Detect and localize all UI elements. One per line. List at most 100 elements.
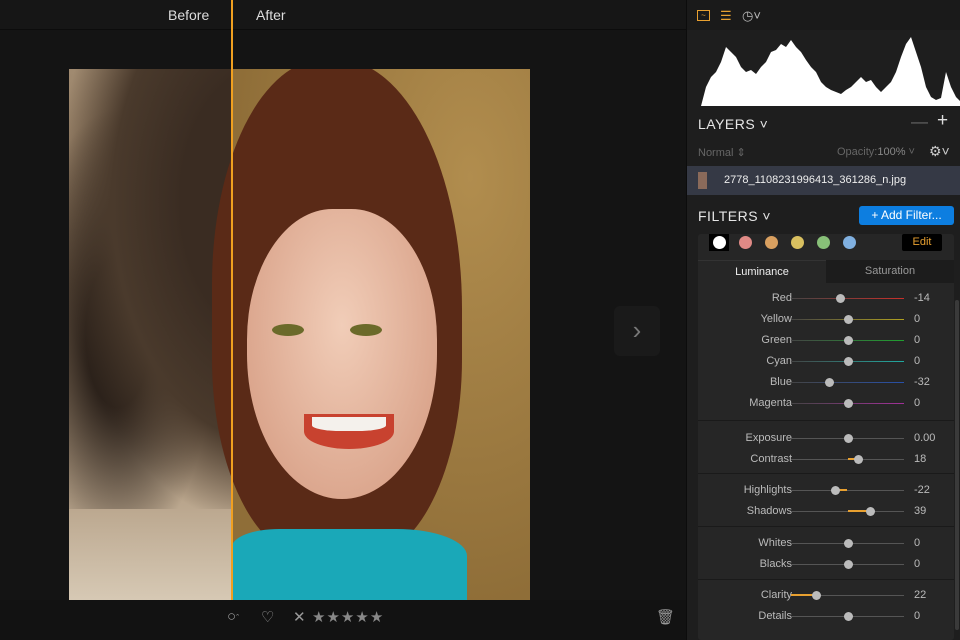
- slider-value[interactable]: 0: [914, 355, 920, 367]
- slider-value[interactable]: 18: [914, 453, 926, 465]
- color-swatch[interactable]: [739, 236, 752, 249]
- star-icon[interactable]: ★: [370, 609, 384, 626]
- slider-thumb[interactable]: [835, 294, 845, 303]
- compare-bar: Before After: [0, 0, 686, 30]
- slider-value[interactable]: 0.00: [914, 432, 935, 444]
- slider-track[interactable]: [791, 560, 904, 569]
- panel-scrollbar[interactable]: [955, 300, 959, 630]
- slider-track[interactable]: [791, 612, 904, 621]
- slider-track[interactable]: [791, 294, 904, 303]
- blend-mode-select[interactable]: Normal ⇕: [698, 146, 746, 159]
- slider-red: Red -14: [698, 288, 954, 309]
- color-swatch[interactable]: [817, 236, 830, 249]
- layer-item[interactable]: 2778_1108231996413_361286_n.jpg: [687, 166, 960, 195]
- slider-track[interactable]: [791, 378, 904, 387]
- reject-icon[interactable]: ✕: [293, 608, 306, 626]
- slider-track[interactable]: [791, 591, 904, 600]
- after-label: After: [256, 7, 286, 23]
- layers-title: LAYERS: [698, 116, 756, 132]
- opacity-value: 100%: [877, 146, 906, 158]
- remove-layer-button[interactable]: —: [911, 112, 928, 132]
- slider-magenta: Magenta 0: [698, 393, 954, 414]
- slider-thumb[interactable]: [843, 315, 853, 324]
- filters-title: FILTERS: [698, 208, 759, 224]
- slider-value[interactable]: -32: [914, 376, 930, 388]
- slider-label: Cyan: [766, 355, 792, 367]
- add-filter-button[interactable]: + Add Filter...: [859, 206, 954, 225]
- slider-track[interactable]: [791, 399, 904, 408]
- histogram: [701, 37, 960, 106]
- slider-thumb[interactable]: [853, 455, 863, 464]
- layers-icon[interactable]: ☰: [720, 8, 732, 24]
- slider-thumb[interactable]: [843, 399, 853, 408]
- history-icon[interactable]: ◷˅: [742, 8, 761, 24]
- slider-value[interactable]: 0: [914, 558, 920, 570]
- slider-value[interactable]: 0: [914, 610, 920, 622]
- add-layer-button[interactable]: +: [937, 110, 948, 132]
- heart-icon[interactable]: ♡: [261, 608, 274, 626]
- slider-thumb[interactable]: [843, 336, 853, 345]
- slider-label: Green: [761, 334, 792, 346]
- slider-track[interactable]: [791, 539, 904, 548]
- star-icon[interactable]: ★: [312, 609, 326, 626]
- slider-label: Blacks: [759, 558, 792, 570]
- before-label: Before: [168, 7, 210, 23]
- filters-header[interactable]: FILTERS ˅: [698, 208, 771, 224]
- slider-thumb[interactable]: [831, 486, 841, 495]
- photo: [69, 69, 530, 609]
- star-icon[interactable]: ★: [326, 609, 340, 626]
- slider-blue: Blue -32: [698, 372, 954, 393]
- histogram-icon[interactable]: ~: [697, 10, 710, 21]
- slider-thumb[interactable]: [843, 357, 853, 366]
- slider-label: Contrast: [750, 453, 792, 465]
- slider-track[interactable]: [791, 455, 904, 464]
- slider-clarity: Clarity 22: [698, 585, 954, 606]
- slider-cyan: Cyan 0: [698, 351, 954, 372]
- slider-label: Details: [758, 610, 792, 622]
- color-swatch[interactable]: [791, 236, 804, 249]
- side-panel: ~ ☰ ◷˅ LAYERS ˅ — + Normal ⇕ Opacity:100…: [686, 0, 960, 640]
- slider-value[interactable]: 0: [914, 397, 920, 409]
- slider-value[interactable]: 39: [914, 505, 926, 517]
- slider-track[interactable]: [791, 507, 904, 516]
- next-image-button[interactable]: ›: [614, 306, 660, 356]
- slider-thumb[interactable]: [865, 507, 875, 516]
- slider-value[interactable]: 0: [914, 313, 920, 325]
- layers-header[interactable]: LAYERS ˅: [698, 116, 768, 132]
- slider-label: Whites: [758, 537, 792, 549]
- color-swatch[interactable]: [843, 236, 856, 249]
- slider-details: Details 0: [698, 606, 954, 627]
- edit-button[interactable]: Edit: [902, 234, 942, 251]
- slider-track[interactable]: [791, 357, 904, 366]
- tab-saturation[interactable]: Saturation: [826, 260, 954, 283]
- slider-value[interactable]: 0: [914, 334, 920, 346]
- tab-luminance[interactable]: Luminance: [698, 260, 826, 283]
- slider-track[interactable]: [791, 434, 904, 443]
- slider-track[interactable]: [791, 486, 904, 495]
- slider-thumb[interactable]: [825, 378, 835, 387]
- star-rating[interactable]: ★★★★★: [312, 608, 384, 626]
- slider-value[interactable]: 22: [914, 589, 926, 601]
- opacity-select[interactable]: Opacity:100% ˅: [837, 146, 915, 158]
- layer-settings-gear-icon[interactable]: ⚙˅: [929, 143, 950, 160]
- slider-thumb[interactable]: [811, 591, 821, 600]
- color-swatch[interactable]: [765, 236, 778, 249]
- color-swatch[interactable]: [713, 236, 726, 249]
- slider-thumb[interactable]: [843, 560, 853, 569]
- slider-contrast: Contrast 18: [698, 449, 954, 470]
- trash-icon[interactable]: 🗑: [656, 608, 675, 626]
- compare-divider-handle[interactable]: [231, 0, 233, 600]
- slider-whites: Whites 0: [698, 533, 954, 554]
- slider-value[interactable]: -22: [914, 484, 930, 496]
- star-icon[interactable]: ★: [355, 609, 369, 626]
- slider-value[interactable]: 0: [914, 537, 920, 549]
- flag-icon[interactable]: ○ˆ: [227, 608, 239, 625]
- slider-value[interactable]: -14: [914, 292, 930, 304]
- slider-label: Exposure: [745, 432, 792, 444]
- slider-thumb[interactable]: [843, 539, 853, 548]
- slider-track[interactable]: [791, 336, 904, 345]
- star-icon[interactable]: ★: [341, 609, 355, 626]
- slider-track[interactable]: [791, 315, 904, 324]
- slider-thumb[interactable]: [843, 612, 853, 621]
- slider-thumb[interactable]: [843, 434, 853, 443]
